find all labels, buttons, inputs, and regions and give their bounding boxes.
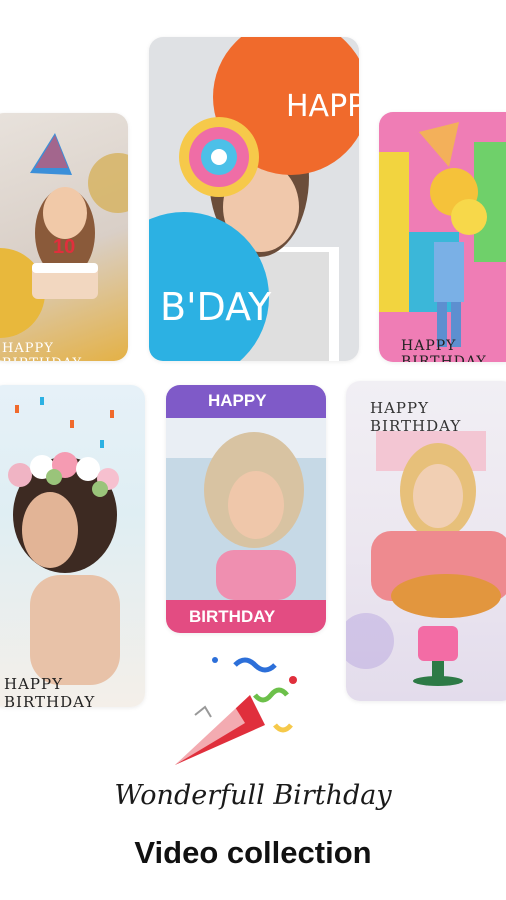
template-card-2[interactable]: HAPPY B'DAY (149, 37, 359, 361)
page-title: Video collection (134, 835, 372, 870)
card-5-caption-bottom: BIRTHDAY (189, 607, 276, 626)
card-1-photo: 10 (0, 133, 128, 338)
card-6-caption: HAPPY BIRTHDAY (370, 399, 462, 435)
template-card-4[interactable]: HAPPY BIRTHDAY (0, 385, 145, 707)
card-1-caption: HAPPY BIRTHDAY (2, 341, 81, 361)
card-2-caption-bottom: B'DAY (160, 285, 272, 329)
cake-number: 10 (53, 236, 75, 258)
template-card-1[interactable]: 10 HAPPY BIRTHDAY (0, 113, 128, 361)
card-2-caption-top: HAPPY (286, 89, 359, 124)
template-card-5[interactable]: HAPPY BIRTHDAY (166, 385, 326, 633)
card-5-photo (166, 418, 326, 600)
script-title: Wonderfull Birthday (114, 780, 392, 811)
party-popper-icon (175, 657, 297, 765)
card-3-photo (379, 112, 506, 362)
card-4-photo (8, 397, 120, 685)
card-4-caption: HAPPY BIRTHDAY (4, 675, 96, 707)
card-5-caption-top: HAPPY (208, 391, 267, 410)
card-3-caption: HAPPY BIRTHDAY (401, 338, 487, 362)
template-card-6[interactable]: HAPPY BIRTHDAY (346, 381, 506, 701)
template-card-3[interactable]: HAPPY BIRTHDAY (379, 112, 506, 362)
